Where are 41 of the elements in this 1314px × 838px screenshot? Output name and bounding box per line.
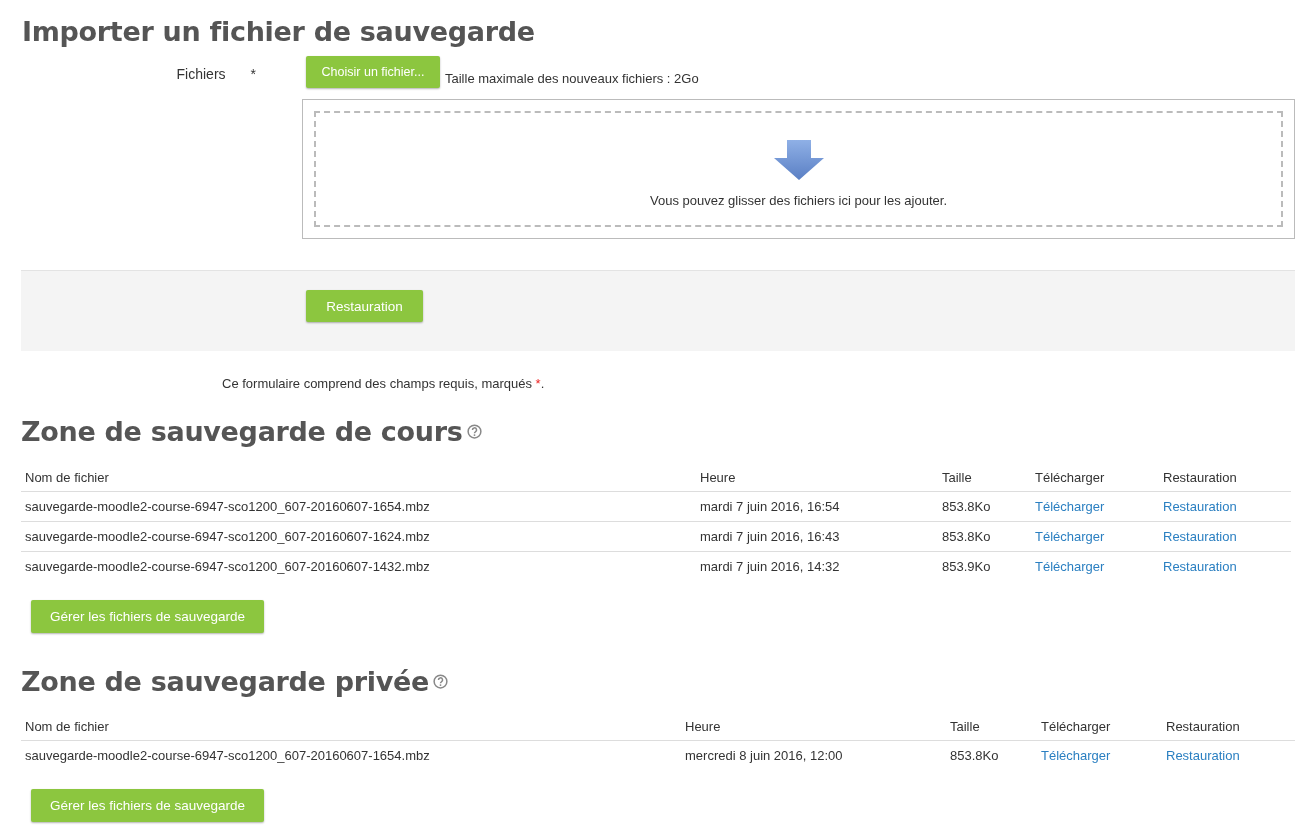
download-link[interactable]: Télécharger [1035,499,1105,514]
required-fields-note: Ce formulaire comprend des champs requis, marqués *. [222,376,546,391]
size-cell: 853.8Ko [938,492,1031,522]
section-heading: Zone de sauvegarde de cours [21,415,463,447]
max-size-text: Taille maximale des nouveaux fichiers : 2Go [445,71,699,88]
download-link[interactable]: Télécharger [1035,529,1105,544]
download-link[interactable]: Télécharger [1041,748,1111,763]
section-heading: Zone de sauvegarde privée [21,665,430,697]
column-header: Restauration [1159,463,1291,492]
time-cell: mardi 7 juin 2016, 16:54 [696,492,938,522]
column-header: Taille [938,463,1031,492]
download-link[interactable]: Télécharger [1035,559,1105,574]
column-header: Heure [696,463,938,492]
field-label: Fichiers * [176,65,257,82]
column-header: Taille [946,712,1037,741]
column-header: Restauration [1162,712,1295,741]
drop-zone-hint: Vous pouvez glisser des fichiers ici pour les ajouter. [650,193,947,208]
file-name-cell-text: sauvegarde-moodle2-course-6947-sco1200_607-20160607-1654.mbz [24,747,431,765]
restore-link[interactable]: Restauration [1163,529,1237,544]
drop-zone[interactable]: Vous pouvez glisser des fichiers ici pour les ajouter. [302,99,1295,239]
size-cell: 853.8Ko [938,522,1031,552]
time-cell-text: mardi 7 juin 2016, 14:32 [699,558,841,576]
size-cell-text: 853.9Ko [941,558,992,576]
help-icon[interactable] [433,673,449,689]
column-header: Nom de fichier [21,712,681,741]
column-header: Télécharger [1031,463,1159,492]
column-header: Heure [681,712,946,741]
restore-link[interactable]: Restauration [1163,499,1237,514]
file-name-cell-text: sauvegarde-moodle2-course-6947-sco1200_607-20160607-1432.mbz [24,558,431,576]
file-name-cell: sauvegarde-moodle2-course-6947-sco1200_607-20160607-1624.mbz [21,522,696,552]
size-cell-text: 853.8Ko [949,747,1000,765]
time-cell: mardi 7 juin 2016, 16:43 [696,522,938,552]
file-name-cell: sauvegarde-moodle2-course-6947-sco1200_607-20160607-1654.mbz [21,492,696,522]
time-cell-text: mercredi 8 juin 2016, 12:00 [684,747,844,765]
column-header: Télécharger [1037,712,1162,741]
down-arrow-icon [773,140,824,180]
restore-link[interactable]: Restauration [1166,748,1240,763]
help-icon[interactable] [466,423,482,439]
restore-link[interactable]: Restauration [1163,559,1237,574]
page-heading: Importer un fichier de sauvegarde [21,15,536,49]
column-header: Nom de fichier [21,463,696,492]
